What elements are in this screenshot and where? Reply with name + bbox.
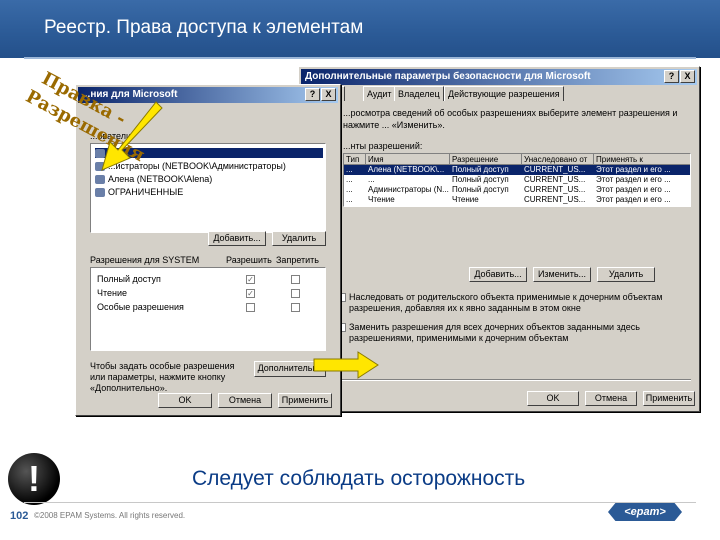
advanced-hint: Чтобы задать особые разрешения или парам… <box>90 361 235 393</box>
table-cell: Чтение <box>452 195 479 204</box>
table-cell: ... <box>346 165 353 174</box>
list-item[interactable]: ОГРАНИЧЕННЫЕ <box>95 187 184 198</box>
column-apply-to[interactable]: Применять к <box>594 154 690 165</box>
tab-effective-permissions[interactable]: Действующие разрешения <box>444 86 564 101</box>
ok-button[interactable]: OK <box>527 391 579 406</box>
permissions-list[interactable]: Полный доступ ✓ Чтение ✓ Особые разрешен… <box>90 267 326 351</box>
table-cell: ... <box>346 195 353 204</box>
caution-message: Следует соблюдать осторожность <box>192 467 526 490</box>
slide-title: Реестр. Права доступа к элементам <box>44 17 364 38</box>
permission-label: Полный доступ <box>97 274 161 284</box>
advanced-description: ...росмотра сведений об особых разрешени… <box>343 108 678 130</box>
inherit-label: Наследовать от родительского объекта при… <box>349 292 663 313</box>
table-cell: Полный доступ <box>452 185 509 194</box>
table-cell: ... <box>346 185 353 194</box>
close-button[interactable]: X <box>321 88 336 101</box>
right-arrow-icon <box>313 351 379 379</box>
table-cell: CURRENT_US... <box>524 185 586 194</box>
table-cell: ... <box>346 175 353 184</box>
apply-button[interactable]: Применить <box>278 393 332 408</box>
close-button[interactable]: X <box>680 70 695 83</box>
cancel-button[interactable]: Отмена <box>585 391 637 406</box>
table-row[interactable]: ... Администраторы (N... Полный доступ C… <box>344 185 690 195</box>
column-name[interactable]: Имя <box>366 154 450 165</box>
table-cell: ... <box>368 175 375 184</box>
help-button[interactable]: ? <box>664 70 679 83</box>
tab-owner[interactable]: Владелец <box>394 86 444 101</box>
add-user-button[interactable]: Добавить... <box>208 231 266 246</box>
table-cell: Этот раздел и его ... <box>596 165 671 174</box>
slide-header: Реестр. Права доступа к элементам <box>0 0 720 58</box>
table-cell: CURRENT_US... <box>524 175 586 184</box>
allow-checkbox[interactable] <box>246 303 255 312</box>
permissions-header: Разрешения для SYSTEM <box>90 255 200 265</box>
table-cell: Чтение <box>368 195 395 204</box>
warning-icon: ! <box>8 453 60 505</box>
advanced-dialog-titlebar: Дополнительные параметры безопасности дл… <box>301 69 697 85</box>
allow-checkbox[interactable]: ✓ <box>246 289 255 298</box>
allow-header: Разрешить <box>226 255 272 265</box>
table-cell: CURRENT_US... <box>524 195 586 204</box>
table-cell: Полный доступ <box>452 175 509 184</box>
column-inherited-from[interactable]: Унаследовано от <box>522 154 594 165</box>
permission-label: Особые разрешения <box>97 302 184 312</box>
table-cell: CURRENT_US... <box>524 165 586 174</box>
epam-logo: <epam> <box>608 503 682 521</box>
header-divider <box>24 57 696 59</box>
column-type[interactable]: Тип <box>344 154 366 165</box>
remove-entry-button[interactable]: Удалить <box>597 267 655 282</box>
column-permission[interactable]: Разрешение <box>450 154 522 165</box>
help-button[interactable]: ? <box>305 88 320 101</box>
apply-button[interactable]: Применить <box>643 391 695 406</box>
user-name: ОГРАНИЧЕННЫЕ <box>108 187 184 197</box>
users-group-icon <box>95 188 105 198</box>
deny-header: Запретить <box>276 255 319 265</box>
table-row[interactable]: ... Чтение Чтение CURRENT_US... Этот раз… <box>344 195 690 205</box>
cancel-button[interactable]: Отмена <box>218 393 272 408</box>
footer-divider <box>24 502 696 503</box>
table-cell: Этот раздел и его ... <box>596 185 671 194</box>
table-cell: Полный доступ <box>452 165 509 174</box>
deny-checkbox[interactable] <box>291 289 300 298</box>
tab-audit[interactable]: Аудит <box>363 86 396 101</box>
ok-button[interactable]: OK <box>158 393 212 408</box>
copyright: ©2008 EPAM Systems. All rights reserved. <box>34 511 186 520</box>
deny-checkbox[interactable] <box>291 303 300 312</box>
allow-checkbox[interactable]: ✓ <box>246 275 255 284</box>
table-cell: Этот раздел и его ... <box>596 175 671 184</box>
permission-label: Чтение <box>97 288 128 298</box>
permission-entries-table[interactable]: Тип Имя Разрешение Унаследовано от Приме… <box>343 153 691 207</box>
add-entry-button[interactable]: Добавить... <box>469 267 527 282</box>
replace-label: Заменить разрешения для всех дочерних об… <box>349 322 640 343</box>
edit-entry-button[interactable]: Изменить... <box>533 267 591 282</box>
table-row[interactable]: ... ... Полный доступ CURRENT_US... Этот… <box>344 175 690 185</box>
entries-label: ...нты разрешений: <box>343 141 423 151</box>
page-number: 102 <box>10 510 29 522</box>
table-row[interactable]: ... Алена (NETBOOK\... Полный доступ CUR… <box>344 165 690 175</box>
table-cell: Этот раздел и его ... <box>596 195 671 204</box>
table-cell: Алена (NETBOOK\... <box>368 165 445 174</box>
dialog-separator <box>335 379 691 381</box>
deny-checkbox[interactable] <box>291 275 300 284</box>
remove-user-button[interactable]: Удалить <box>272 231 326 246</box>
pointer-arrow-icon <box>101 101 163 171</box>
table-cell: Администраторы (N... <box>368 185 449 194</box>
